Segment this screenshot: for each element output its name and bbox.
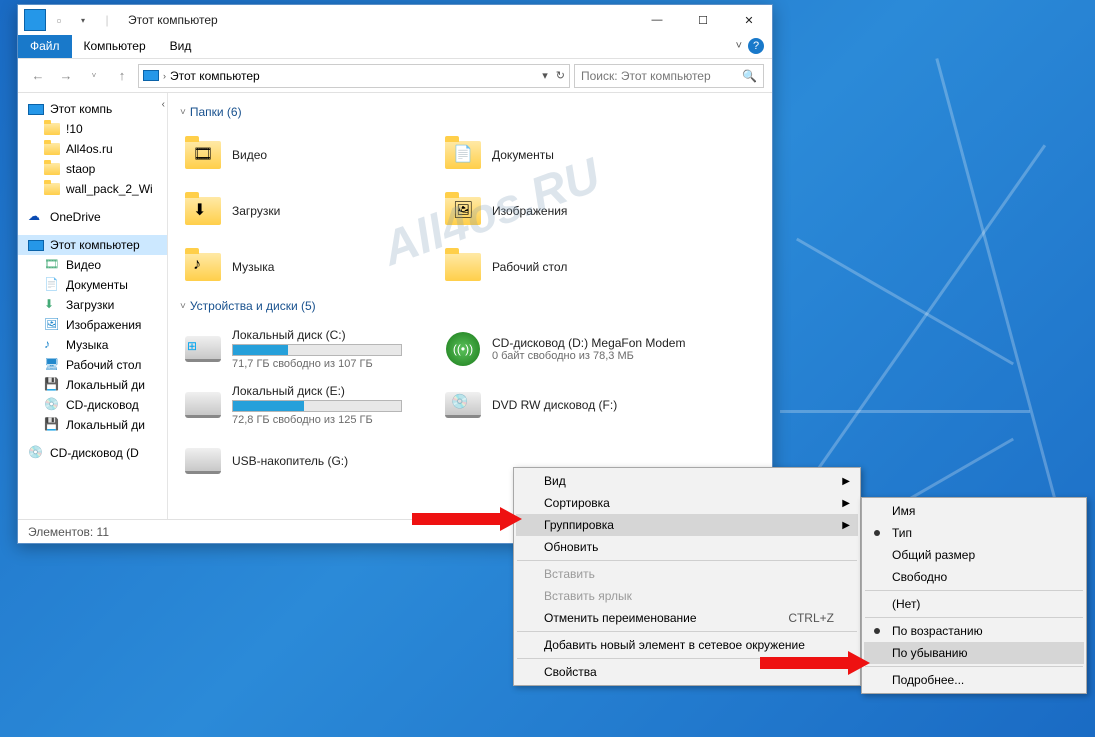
menu-group[interactable]: Группировка▶ (516, 514, 858, 536)
nav-history-dropdown[interactable]: ˅ (82, 64, 106, 88)
tab-file[interactable]: Файл (18, 35, 72, 58)
submenu-name[interactable]: Имя (864, 500, 1084, 522)
address-path: Этот компьютер (170, 69, 260, 83)
folder-music[interactable]: ♪ Музыка (180, 239, 440, 295)
menu-sort[interactable]: Сортировка▶ (516, 492, 858, 514)
submenu-ascending[interactable]: По возрастанию (864, 620, 1084, 642)
help-icon[interactable]: ? (748, 38, 764, 54)
folder-docs[interactable]: 📄 Документы (440, 127, 700, 183)
submenu-none[interactable]: (Нет) (864, 593, 1084, 615)
nav-cd-drive-d[interactable]: 💿CD-дисковод (D (18, 443, 167, 463)
submenu-free[interactable]: Свободно (864, 566, 1084, 588)
search-placeholder: Поиск: Этот компьютер (581, 69, 711, 83)
nav-music[interactable]: ♪Музыка (18, 335, 167, 355)
explorer-window: ▫ ▾ | Этот компьютер — ☐ ✕ Файл Компьюте… (17, 4, 773, 544)
qat-item[interactable]: ▫ (48, 9, 70, 31)
menu-refresh[interactable]: Обновить (516, 536, 858, 558)
qat-dropdown[interactable]: ▾ (72, 9, 94, 31)
search-input[interactable]: Поиск: Этот компьютер 🔍 (574, 64, 764, 88)
nav-folder-10[interactable]: !10 (18, 119, 167, 139)
window-title: Этот компьютер (128, 13, 218, 27)
titlebar: ▫ ▾ | Этот компьютер — ☐ ✕ (18, 5, 772, 35)
address-input[interactable]: › Этот компьютер ▾ ↻ (138, 64, 570, 88)
group-drives[interactable]: ˅Устройства и диски (5) (180, 299, 768, 313)
group-folders[interactable]: ˅Папки (6) (180, 105, 768, 119)
tab-computer[interactable]: Компьютер (72, 35, 158, 58)
navigation-pane: ‹ Этот компь !10 All4os.ru staop wall_pa… (18, 93, 168, 519)
nav-video[interactable]: 🎞Видео (18, 255, 167, 275)
maximize-button[interactable]: ☐ (680, 5, 726, 35)
drive-c[interactable]: ⊞ Локальный диск (C:) 71,7 ГБ свободно и… (180, 321, 440, 377)
nav-back-button[interactable]: ← (26, 64, 50, 88)
nav-folder-wallpack[interactable]: wall_pack_2_Wi (18, 179, 167, 199)
tab-view[interactable]: Вид (158, 35, 204, 58)
folder-downloads[interactable]: ⬇ Загрузки (180, 183, 440, 239)
nav-images[interactable]: 🖼Изображения (18, 315, 167, 335)
context-submenu-group: Имя Тип Общий размер Свободно (Нет) По в… (861, 497, 1087, 694)
close-button[interactable]: ✕ (726, 5, 772, 35)
ribbon-tabs: Файл Компьютер Вид ˅ ? (18, 35, 772, 59)
annotation-arrow-1 (412, 507, 522, 531)
nav-docs[interactable]: 📄Документы (18, 275, 167, 295)
nav-folder-all4os[interactable]: All4os.ru (18, 139, 167, 159)
ribbon-expand-icon[interactable]: ˅ (736, 40, 742, 52)
nav-onedrive[interactable]: ☁OneDrive (18, 207, 167, 227)
nav-cd-drive[interactable]: 💿CD-дисковод (18, 395, 167, 415)
menu-view[interactable]: Вид▶ (516, 470, 858, 492)
pc-icon (24, 9, 46, 31)
status-item-count: Элементов: 11 (28, 525, 109, 539)
folder-video[interactable]: 🎞 Видео (180, 127, 440, 183)
refresh-icon[interactable]: ↻ (556, 69, 565, 82)
nav-forward-button[interactable]: → (54, 64, 78, 88)
nav-chevron-icon[interactable]: ‹ (162, 99, 165, 110)
address-bar: ← → ˅ ↑ › Этот компьютер ▾ ↻ Поиск: Этот… (18, 59, 772, 93)
minimize-button[interactable]: — (634, 5, 680, 35)
nav-local-disk-2[interactable]: 💾Локальный ди (18, 415, 167, 435)
folder-desktop[interactable]: Рабочий стол (440, 239, 700, 295)
content-pane[interactable]: ˅Папки (6) 🎞 Видео 📄 Документы ⬇ Загрузк… (168, 93, 772, 519)
menu-undo-rename[interactable]: Отменить переименованиеCTRL+Z (516, 607, 858, 629)
drive-f[interactable]: 💿 DVD RW дисковод (F:) (440, 377, 700, 433)
menu-paste: Вставить (516, 563, 858, 585)
nav-folder-staop[interactable]: staop (18, 159, 167, 179)
annotation-arrow-2 (760, 651, 870, 675)
drive-d[interactable]: ((•)) CD-дисковод (D:) MegaFon Modem 0 б… (440, 321, 700, 377)
folder-images[interactable]: 🖼 Изображения (440, 183, 700, 239)
search-icon: 🔍 (742, 69, 757, 83)
submenu-descending[interactable]: По убыванию (864, 642, 1084, 664)
address-dropdown-icon[interactable]: ▾ (542, 69, 548, 82)
nav-desktop[interactable]: 🖥Рабочий стол (18, 355, 167, 375)
nav-local-disk[interactable]: 💾Локальный ди (18, 375, 167, 395)
qat-sep: | (96, 9, 118, 31)
submenu-more[interactable]: Подробнее... (864, 669, 1084, 691)
nav-this-pc-quick[interactable]: Этот компь (18, 99, 167, 119)
submenu-total-size[interactable]: Общий размер (864, 544, 1084, 566)
submenu-type[interactable]: Тип (864, 522, 1084, 544)
menu-paste-shortcut: Вставить ярлык (516, 585, 858, 607)
pc-icon (143, 70, 159, 81)
drive-g[interactable]: USB-накопитель (G:) (180, 433, 440, 489)
drive-e[interactable]: Локальный диск (E:) 72,8 ГБ свободно из … (180, 377, 440, 433)
nav-this-pc[interactable]: Этот компьютер (18, 235, 167, 255)
nav-up-button[interactable]: ↑ (110, 64, 134, 88)
nav-downloads[interactable]: ⬇Загрузки (18, 295, 167, 315)
